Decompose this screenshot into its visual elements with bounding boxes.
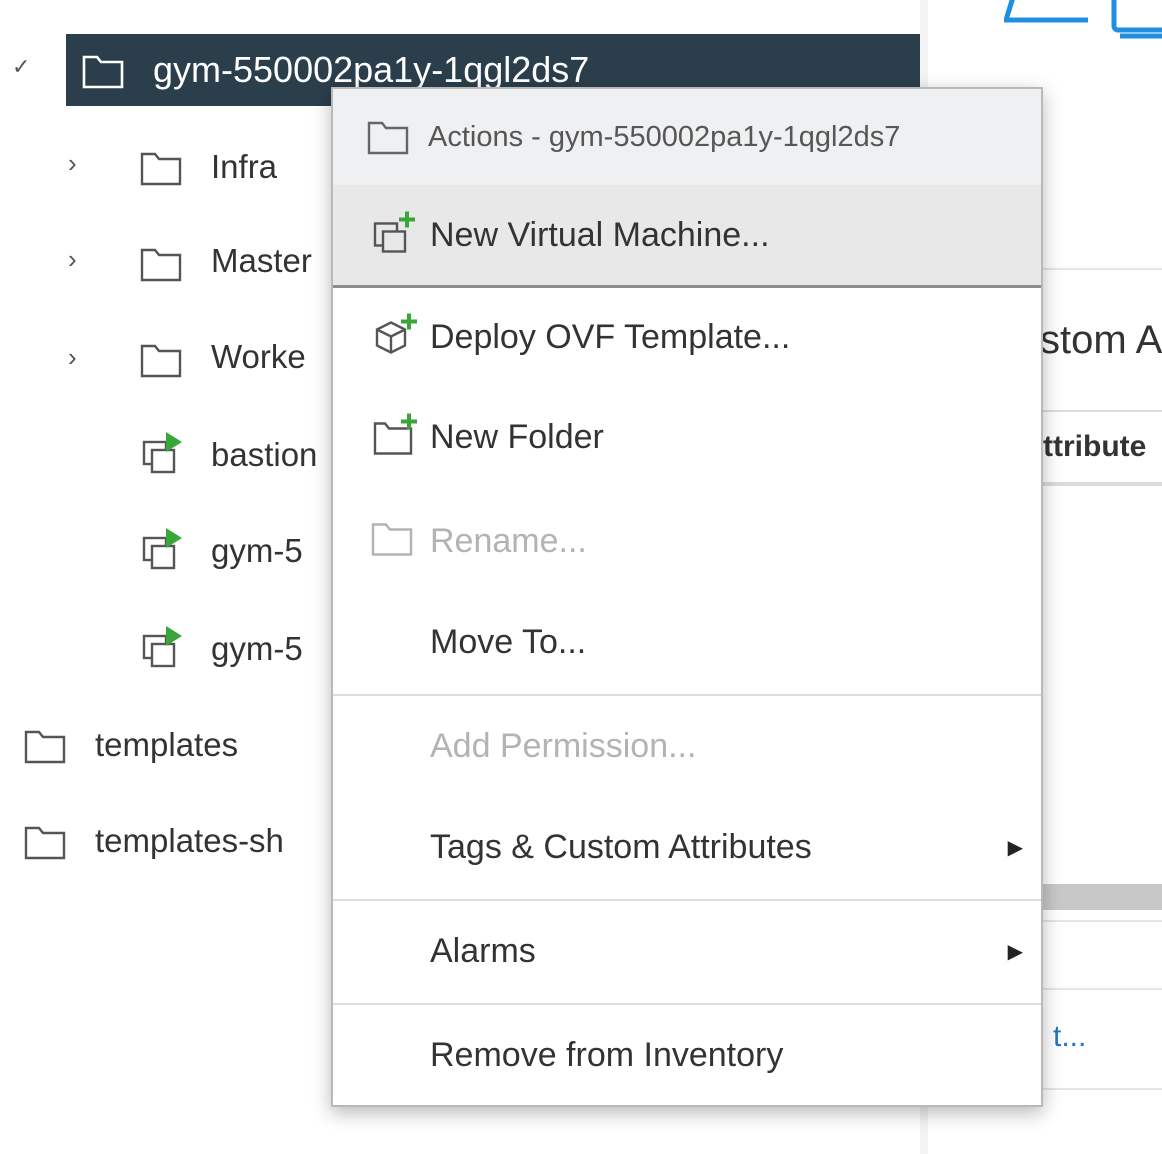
tree-root-label: gym-550002pa1y-1qgl2ds7 xyxy=(153,49,590,90)
menu-item-move-to[interactable]: Move To... xyxy=(333,592,1041,692)
menu-item-label: Deploy OVF Template... xyxy=(430,317,791,356)
menu-item-label: Add Permission... xyxy=(430,726,697,765)
folder-icon xyxy=(140,244,182,287)
tree-item-templates-shared[interactable]: templates-sh xyxy=(95,822,284,860)
folder-icon xyxy=(140,148,182,191)
menu-item-add-permission: Add Permission... xyxy=(333,696,1041,796)
vm-powered-on-icon xyxy=(140,526,186,577)
new-vm-icon xyxy=(371,210,421,261)
divider xyxy=(1043,1088,1162,1090)
folder-icon xyxy=(24,822,66,865)
custom-attributes-heading: stom A xyxy=(1040,318,1162,362)
folder-icon xyxy=(371,519,415,564)
tree-item-master[interactable]: Master xyxy=(211,242,312,280)
menu-item-label: Tags & Custom Attributes xyxy=(430,827,812,866)
submenu-arrow-icon: ▶ xyxy=(1007,836,1023,859)
tree-item-infra[interactable]: Infra xyxy=(211,148,277,186)
tree-item-vm[interactable]: gym-5 xyxy=(211,532,303,570)
new-folder-icon xyxy=(371,412,421,463)
menu-item-tags-custom-attributes[interactable]: Tags & Custom Attributes ▶ xyxy=(333,797,1041,897)
menu-item-label: Rename... xyxy=(430,521,587,560)
context-menu-title: Actions - gym-550002pa1y-1qgl2ds7 xyxy=(428,120,901,153)
scrollbar[interactable] xyxy=(1043,884,1162,910)
menu-item-new-virtual-machine[interactable]: New Virtual Machine... xyxy=(333,185,1041,285)
deploy-ovf-icon xyxy=(371,312,421,363)
folder-icon xyxy=(24,726,66,769)
edit-link[interactable]: t... xyxy=(1053,1020,1086,1054)
tree-item-templates[interactable]: templates xyxy=(95,726,238,764)
expand-chevron-icon[interactable]: › xyxy=(68,148,77,179)
tree-item-vm[interactable]: bastion xyxy=(211,436,317,474)
attribute-column-header[interactable]: ttribute xyxy=(1043,430,1146,464)
table-header: ttribute xyxy=(1043,410,1162,486)
menu-item-new-folder[interactable]: New Folder xyxy=(333,387,1041,487)
tree-item-vm[interactable]: gym-5 xyxy=(211,630,303,668)
menu-item-deploy-ovf-template[interactable]: Deploy OVF Template... xyxy=(333,287,1041,387)
folder-icon xyxy=(367,117,409,160)
expanded-check-icon[interactable]: ✓ xyxy=(12,54,30,80)
vm-powered-on-icon xyxy=(140,624,186,675)
divider xyxy=(1043,988,1162,990)
context-menu-header: Actions - gym-550002pa1y-1qgl2ds7 xyxy=(333,89,1041,185)
submenu-arrow-icon: ▶ xyxy=(1007,940,1023,963)
illustration-icon xyxy=(1002,0,1162,57)
divider xyxy=(1043,920,1162,922)
tree-item-worker[interactable]: Worke xyxy=(211,338,306,376)
actions-context-menu: Actions - gym-550002pa1y-1qgl2ds7 New Vi… xyxy=(331,87,1043,1107)
expand-chevron-icon[interactable]: › xyxy=(68,244,77,275)
menu-item-label: New Folder xyxy=(430,417,604,456)
folder-icon xyxy=(140,340,182,383)
vm-powered-on-icon xyxy=(140,430,186,481)
menu-item-label: New Virtual Machine... xyxy=(430,215,770,254)
divider xyxy=(1043,268,1162,270)
menu-item-label: Remove from Inventory xyxy=(430,1035,784,1074)
menu-item-remove-from-inventory[interactable]: Remove from Inventory xyxy=(333,1005,1041,1105)
menu-item-label: Move To... xyxy=(430,622,587,661)
folder-icon xyxy=(82,51,124,94)
menu-item-alarms[interactable]: Alarms ▶ xyxy=(333,901,1041,1001)
expand-chevron-icon[interactable]: › xyxy=(68,342,77,373)
menu-item-rename: Rename... xyxy=(333,491,1041,591)
menu-item-label: Alarms xyxy=(430,931,536,970)
